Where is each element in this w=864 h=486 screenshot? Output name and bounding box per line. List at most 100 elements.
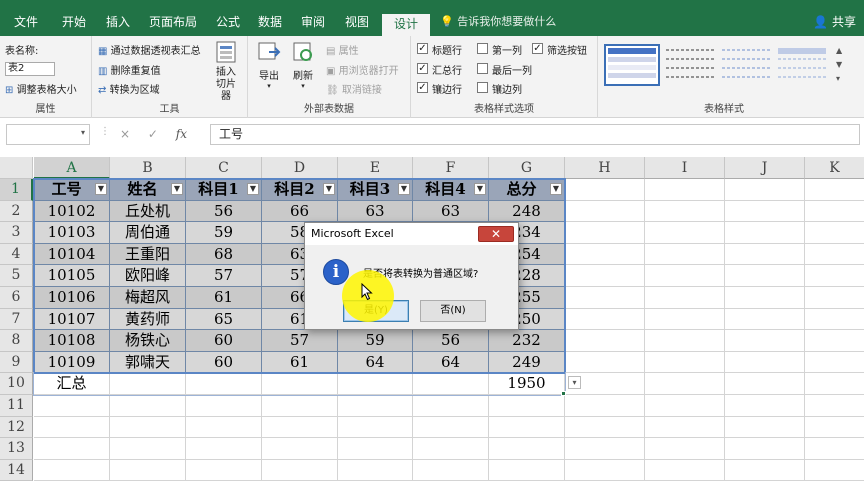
tab-formulas[interactable]: 公式 xyxy=(208,8,248,36)
insert-slicer-button[interactable]: 插入切片器 xyxy=(208,40,244,103)
empty-cell[interactable] xyxy=(805,243,864,266)
empty-cell[interactable] xyxy=(725,265,805,287)
empty-cell[interactable] xyxy=(262,459,338,482)
tab-page-layout[interactable]: 页面布局 xyxy=(142,8,204,36)
refresh-button[interactable]: 刷新 ▾ xyxy=(288,40,318,90)
table-header-cell[interactable]: 科目2 ▼ xyxy=(262,179,338,201)
empty-cell[interactable] xyxy=(489,459,565,482)
empty-cell[interactable] xyxy=(489,416,565,439)
row-header-7[interactable]: 7 xyxy=(0,308,33,331)
empty-cell[interactable] xyxy=(186,395,262,417)
tab-review[interactable]: 审阅 xyxy=(293,8,333,36)
table-data-cell[interactable]: 59 xyxy=(338,330,413,352)
empty-cell[interactable] xyxy=(725,200,805,223)
empty-cell[interactable] xyxy=(805,179,864,201)
empty-cell[interactable] xyxy=(645,351,725,374)
empty-cell[interactable] xyxy=(489,395,565,417)
empty-cell[interactable] xyxy=(338,438,413,460)
empty-cell[interactable] xyxy=(645,330,725,352)
empty-cell[interactable] xyxy=(725,351,805,374)
column-header-h[interactable]: H xyxy=(565,157,645,179)
empty-cell[interactable] xyxy=(805,330,864,352)
column-header-e[interactable]: E xyxy=(338,157,413,179)
row-header-14[interactable]: 14 xyxy=(0,459,33,482)
total-dropdown-icon[interactable]: ▾ xyxy=(568,376,581,390)
filter-button-checkbox[interactable]: ✓ xyxy=(532,43,543,54)
summarize-pivot-button[interactable]: ▦ 通过数据透视表汇总 xyxy=(98,42,201,57)
empty-cell[interactable] xyxy=(805,373,864,395)
empty-cell[interactable] xyxy=(186,459,262,482)
empty-cell[interactable] xyxy=(338,459,413,482)
row-header-11[interactable]: 11 xyxy=(0,395,33,417)
column-header-f[interactable]: F xyxy=(413,157,489,179)
empty-cell[interactable] xyxy=(110,395,186,417)
table-header-cell[interactable]: 科目1 ▼ xyxy=(186,179,262,201)
empty-cell[interactable] xyxy=(565,265,645,287)
empty-cell[interactable] xyxy=(34,416,110,439)
table-data-cell[interactable]: 63 xyxy=(413,200,489,223)
empty-cell[interactable] xyxy=(565,351,645,374)
empty-cell[interactable] xyxy=(34,395,110,417)
table-data-cell[interactable]: 61 xyxy=(186,287,262,309)
empty-cell[interactable] xyxy=(805,416,864,439)
row-header-6[interactable]: 6 xyxy=(0,287,33,309)
first-column-checkbox[interactable] xyxy=(477,43,488,54)
gallery-scroll-icon[interactable]: ▲ ▼ ▾ xyxy=(836,44,842,86)
empty-cell[interactable] xyxy=(725,416,805,439)
empty-cell[interactable] xyxy=(186,438,262,460)
row-header-2[interactable]: 2 xyxy=(0,200,33,223)
empty-cell[interactable] xyxy=(805,351,864,374)
total-row-checkbox[interactable]: ✓ xyxy=(417,63,428,74)
table-header-cell[interactable]: 科目4 ▼ xyxy=(413,179,489,201)
empty-cell[interactable] xyxy=(186,416,262,439)
tab-file[interactable]: 文件 xyxy=(8,8,44,36)
row-header-1[interactable]: 1 xyxy=(0,179,33,201)
column-header-j[interactable]: J xyxy=(725,157,805,179)
properties-button[interactable]: ▤ 属性 xyxy=(326,42,359,57)
dialog-close-button[interactable]: ✕ xyxy=(478,226,514,242)
table-name-input[interactable]: 表2 xyxy=(5,62,55,76)
name-box-dropdown-icon[interactable]: ▾ xyxy=(81,128,85,137)
table-data-cell[interactable]: 68 xyxy=(186,243,262,266)
empty-cell[interactable] xyxy=(645,222,725,244)
table-data-cell[interactable]: 10106 xyxy=(34,287,110,309)
empty-cell[interactable] xyxy=(565,222,645,244)
empty-cell[interactable] xyxy=(645,395,725,417)
empty-cell[interactable] xyxy=(805,287,864,309)
empty-cell[interactable] xyxy=(805,438,864,460)
tell-me-box[interactable]: 💡 告诉我你想要做什么 xyxy=(440,8,556,36)
empty-cell[interactable] xyxy=(565,395,645,417)
empty-cell[interactable] xyxy=(262,395,338,417)
empty-cell[interactable] xyxy=(565,330,645,352)
tab-design[interactable]: 设计 xyxy=(382,14,430,36)
empty-cell[interactable] xyxy=(725,438,805,460)
table-data-cell[interactable]: 10105 xyxy=(34,265,110,287)
insert-function-icon[interactable]: fx xyxy=(176,127,187,141)
empty-cell[interactable] xyxy=(805,222,864,244)
empty-cell[interactable] xyxy=(645,416,725,439)
empty-cell[interactable] xyxy=(565,459,645,482)
empty-cell[interactable] xyxy=(565,287,645,309)
empty-cell[interactable] xyxy=(645,438,725,460)
column-header-g[interactable]: G xyxy=(489,157,565,179)
row-header-10[interactable]: 10 xyxy=(0,373,33,395)
empty-cell[interactable] xyxy=(110,416,186,439)
table-data-cell[interactable]: 232 xyxy=(489,330,565,352)
row-header-3[interactable]: 3 xyxy=(0,222,33,244)
empty-cell[interactable] xyxy=(338,395,413,417)
empty-cell[interactable] xyxy=(565,200,645,223)
empty-cell[interactable] xyxy=(565,243,645,266)
table-data-cell[interactable]: 65 xyxy=(186,308,262,331)
column-header-d[interactable]: D xyxy=(262,157,338,179)
table-data-cell[interactable]: 57 xyxy=(262,330,338,352)
empty-cell[interactable] xyxy=(645,200,725,223)
column-header-k[interactable]: K xyxy=(805,157,864,179)
table-data-cell[interactable]: 10103 xyxy=(34,222,110,244)
empty-cell[interactable] xyxy=(725,308,805,331)
filter-dropdown-icon[interactable]: ▼ xyxy=(95,183,107,195)
empty-cell[interactable] xyxy=(110,459,186,482)
empty-cell[interactable] xyxy=(413,416,489,439)
column-header-a[interactable]: A xyxy=(34,157,110,179)
empty-cell[interactable] xyxy=(645,373,725,395)
empty-cell[interactable] xyxy=(805,395,864,417)
